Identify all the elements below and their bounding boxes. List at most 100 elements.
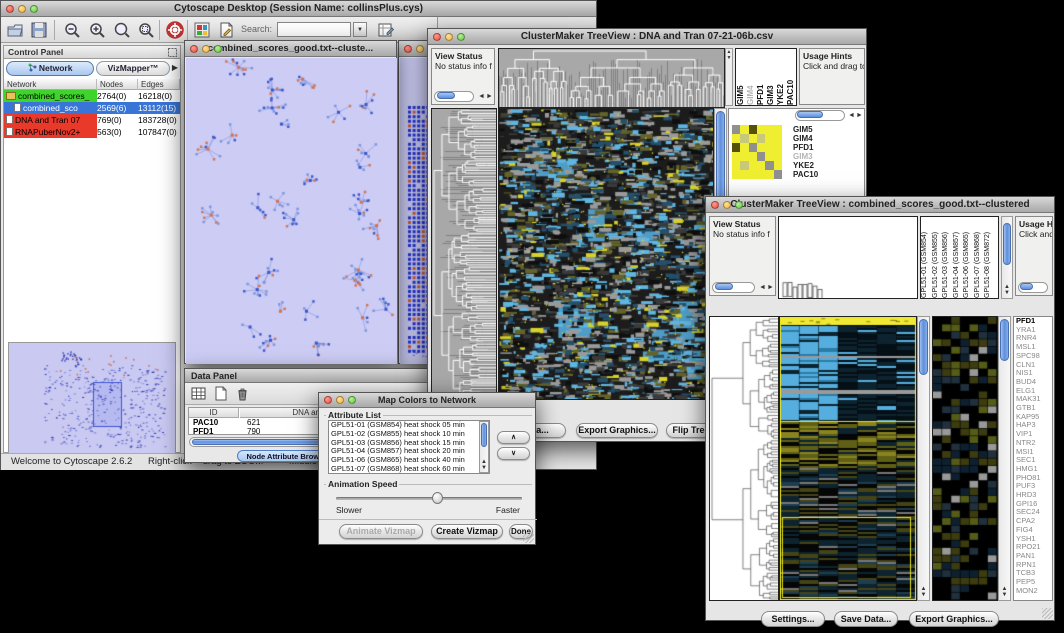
zoom-selected-icon[interactable] xyxy=(137,21,155,39)
zoom-in-icon[interactable] xyxy=(88,21,106,39)
row-label[interactable]: GIM4 xyxy=(793,134,837,143)
treeview1-title-bar[interactable]: ClusterMaker TreeView : DNA and Tran 07-… xyxy=(428,29,866,45)
delete-attribute-icon[interactable] xyxy=(235,386,250,401)
tab-network[interactable]: Network xyxy=(6,61,94,76)
column-label[interactable]: GPL51-06 (GSM865) xyxy=(963,217,974,298)
window-controls[interactable] xyxy=(433,33,465,41)
list-item[interactable]: GPL51-07 (GSM868) heat shock 60 min xyxy=(329,465,489,474)
zoom-out-icon[interactable] xyxy=(63,21,81,39)
scrollbar-thumb[interactable] xyxy=(1003,223,1011,265)
window-controls[interactable] xyxy=(324,396,356,404)
gene-list-scrollbar[interactable]: ▲▼ xyxy=(998,316,1011,601)
scroll-left-icon[interactable]: ◄ xyxy=(848,111,855,120)
help-lifering-icon[interactable] xyxy=(166,21,184,39)
scrollbar-thumb[interactable] xyxy=(1020,283,1033,290)
export-graphics-button[interactable]: Export Graphics... xyxy=(909,611,999,627)
tab-vizmapper[interactable]: VizMapper™ xyxy=(96,61,170,76)
similarity-matrix[interactable] xyxy=(732,125,782,179)
col-nodes[interactable]: Nodes xyxy=(97,79,138,90)
dialog-title-bar[interactable]: Map Colors to Network xyxy=(319,393,535,408)
gene-labels-list[interactable]: PFD1YRA1RNR4MSL1SPC98CLN1NIS1BUD4ELG1MAK… xyxy=(1013,316,1053,601)
data-panel-header[interactable]: Data Panel xyxy=(185,369,439,383)
col-network[interactable]: Network xyxy=(4,79,97,90)
table-row[interactable]: combined_scores_ 2764(0) 16218(0) xyxy=(4,90,180,102)
scroll-right-icon[interactable]: ► xyxy=(767,283,774,292)
window-controls[interactable] xyxy=(711,201,743,209)
treeview2-title-bar[interactable]: ClusterMaker TreeView : combined_scores_… xyxy=(706,197,1054,213)
table-row[interactable]: RNAPuberNov2+ 563(0) 107847(0) xyxy=(4,126,180,138)
row-dendrogram-canvas[interactable] xyxy=(709,316,779,601)
network1-title-bar[interactable]: combined_scores_good.txt--cluste... xyxy=(185,41,396,57)
scroll-left-icon[interactable]: ◄ xyxy=(759,283,766,292)
scroll-arrows[interactable]: ▲▼ xyxy=(918,586,929,598)
scroll-arrows[interactable]: ▲▼ xyxy=(1002,284,1012,296)
attribute-list-scrollbar[interactable]: ▲▼ xyxy=(479,421,489,473)
float-panel-icon[interactable] xyxy=(168,48,177,57)
gene-label[interactable]: MON2 xyxy=(1014,587,1052,596)
settings-button[interactable]: Settings... xyxy=(761,611,825,627)
tab-overflow-icon[interactable]: ▶ xyxy=(172,63,178,72)
animation-speed-slider[interactable] xyxy=(336,497,522,500)
search-input[interactable] xyxy=(277,22,351,37)
save-data-button[interactable]: Save Data... xyxy=(834,611,898,627)
column-dendrogram-canvas[interactable] xyxy=(498,48,725,108)
scroll-right-icon[interactable]: ► xyxy=(486,92,493,101)
attribute-list[interactable]: GPL51-01 (GSM854) heat shock 05 minGPL51… xyxy=(328,420,490,474)
column-label[interactable]: GIM3 xyxy=(766,49,776,105)
usage-hints-scrollbar[interactable] xyxy=(1018,282,1050,293)
scroll-left-icon[interactable]: ◄ xyxy=(478,92,485,101)
vizmapper-icon[interactable] xyxy=(193,21,211,39)
scrollbar-thumb[interactable] xyxy=(481,423,487,447)
resize-grip[interactable] xyxy=(1042,608,1053,619)
column-label[interactable]: GPL51-04 (GSM857) xyxy=(953,217,964,298)
column-labels-rotated[interactable]: GPL51-01 (GSM854)GPL51-02 (GSM855)GPL51-… xyxy=(920,216,999,299)
row-label[interactable]: GIM5 xyxy=(793,125,837,134)
row-label[interactable]: PFD1 xyxy=(793,143,837,152)
save-session-icon[interactable] xyxy=(30,21,48,39)
export-graphics-button[interactable]: Export Graphics... xyxy=(576,423,658,438)
scrollbar-thumb[interactable] xyxy=(715,283,733,290)
heatmap-vscrollbar[interactable]: ▲▼ xyxy=(917,316,930,601)
col-id[interactable]: ID xyxy=(189,408,239,418)
annotation-icon[interactable] xyxy=(217,21,235,39)
network1-canvas[interactable] xyxy=(186,58,397,364)
create-vizmap-button[interactable]: Create Vizmap xyxy=(431,524,503,539)
move-down-button[interactable]: ∨ xyxy=(497,447,530,460)
scrollbar-thumb[interactable] xyxy=(919,319,928,375)
heatmap-canvas[interactable] xyxy=(779,316,917,601)
column-labels-rotated[interactable]: GIM5GIM4PFD1GIM3YKE2PAC10 xyxy=(735,48,797,106)
column-label[interactable]: PAC10 xyxy=(786,49,796,105)
summary-hscrollbar[interactable]: ◄ ► xyxy=(795,110,863,121)
network-overview-thumbnail[interactable] xyxy=(8,342,176,454)
table-row[interactable]: DNA and Tran 07 769(0) 183728(0) xyxy=(4,114,180,126)
row-labels[interactable]: GIM5GIM4PFD1GIM3YKE2PAC10 xyxy=(793,125,837,179)
attribute-editor-icon[interactable] xyxy=(377,21,395,39)
column-label[interactable]: GPL51-08 (GSM872) xyxy=(984,217,995,298)
search-dropdown-button[interactable]: ▼ xyxy=(353,22,367,37)
new-attribute-icon[interactable] xyxy=(213,386,228,401)
column-label[interactable]: GPL51-07 (GSM868) xyxy=(974,217,985,298)
window-controls[interactable] xyxy=(190,45,222,53)
column-label[interactable]: GPL51-01 (GSM854) xyxy=(921,217,932,298)
zoom-fit-icon[interactable] xyxy=(113,21,131,39)
scroll-arrows[interactable]: ▲▼ xyxy=(480,459,488,471)
col-edges[interactable]: Edges xyxy=(138,79,180,90)
table-row[interactable]: combined_sco 2569(6) 13112(15) xyxy=(4,102,180,114)
row-dendrogram-canvas[interactable] xyxy=(431,108,497,400)
column-label[interactable]: GIM4 xyxy=(746,49,756,105)
column-label[interactable]: GPL51-02 (GSM855) xyxy=(932,217,943,298)
column-labels-scrollbar[interactable]: ▲▼ xyxy=(1001,216,1013,299)
select-attributes-icon[interactable] xyxy=(191,386,206,401)
main-title-bar[interactable]: Cytoscape Desktop (Session Name: collins… xyxy=(1,1,596,17)
move-up-button[interactable]: ∧ xyxy=(497,431,530,444)
animate-vizmap-button[interactable]: Animate Vizmap xyxy=(339,524,423,539)
open-session-icon[interactable] xyxy=(6,21,24,39)
scroll-right-icon[interactable]: ► xyxy=(856,111,863,120)
scrollbar-thumb[interactable] xyxy=(797,111,823,118)
row-label[interactable]: YKE2 xyxy=(793,161,837,170)
row-label[interactable]: GIM3 xyxy=(793,152,837,161)
column-label[interactable]: PFD1 xyxy=(756,49,766,105)
resize-grip[interactable] xyxy=(523,532,534,543)
slider-thumb[interactable] xyxy=(432,492,443,504)
column-label[interactable]: GPL51-03 (GSM856) xyxy=(942,217,953,298)
